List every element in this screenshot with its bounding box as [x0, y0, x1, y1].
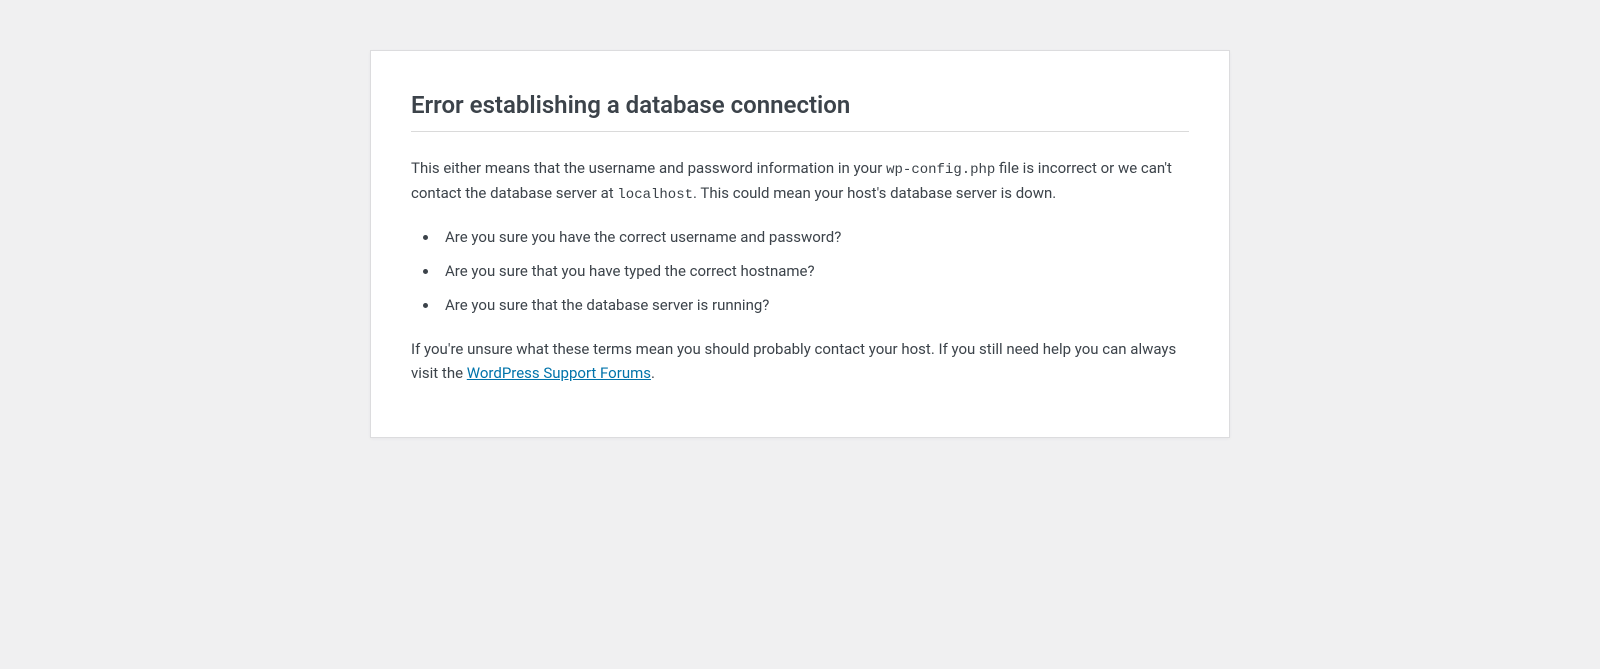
desc-text-3: . This could mean your host's database s… [693, 184, 1056, 202]
list-item: Are you sure that you have typed the cor… [439, 259, 1189, 283]
error-heading: Error establishing a database connection [411, 71, 1189, 132]
troubleshoot-list: Are you sure you have the correct userna… [439, 225, 1189, 317]
list-item: Are you sure that the database server is… [439, 293, 1189, 317]
desc-text-1: This either means that the username and … [411, 159, 886, 177]
support-forums-link[interactable]: WordPress Support Forums [467, 364, 651, 382]
error-card: Error establishing a database connection… [370, 50, 1230, 438]
list-item: Are you sure you have the correct userna… [439, 225, 1189, 249]
hostname-code: localhost [617, 187, 693, 203]
config-file-code: wp-config.php [886, 162, 995, 178]
help-text-2: . [651, 364, 655, 382]
help-paragraph: If you're unsure what these terms mean y… [411, 337, 1189, 385]
error-description: This either means that the username and … [411, 156, 1189, 207]
